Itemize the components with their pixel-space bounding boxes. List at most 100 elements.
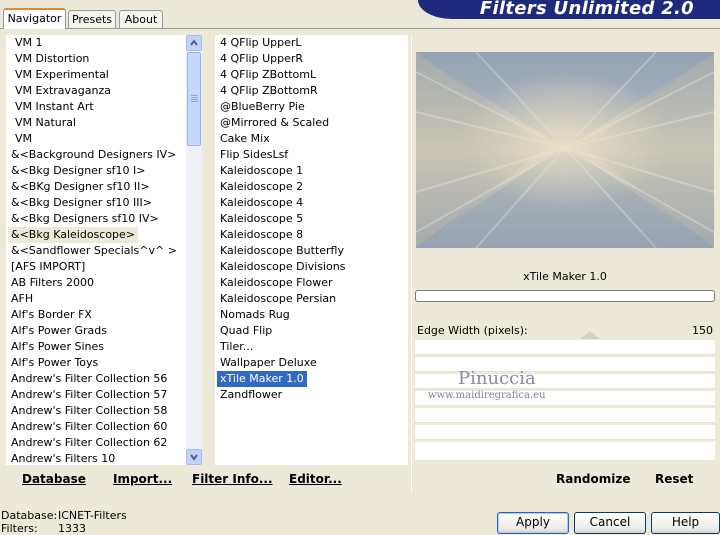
category-item[interactable]: Andrew's Filter Collection 58: [8, 404, 167, 417]
database-button[interactable]: Database: [22, 472, 86, 486]
list-item[interactable]: xTile Maker 1.0: [215, 371, 408, 387]
filter-item[interactable]: Tiler...: [217, 340, 253, 353]
list-item[interactable]: @Mirrored & Scaled: [215, 115, 408, 131]
list-item[interactable]: Kaleidoscope 2: [215, 179, 408, 195]
list-item[interactable]: Kaleidoscope 1: [215, 163, 408, 179]
list-item[interactable]: &<BKg Designer sf10 II>: [6, 179, 186, 195]
filter-item[interactable]: Kaleidoscope Butterfly: [217, 244, 344, 257]
filter-item[interactable]: 4 QFlip ZBottomR: [217, 84, 318, 97]
filter-item[interactable]: Zandflower: [217, 388, 282, 401]
list-item[interactable]: Andrew's Filter Collection 62: [6, 435, 186, 451]
filter-list[interactable]: 4 QFlip UpperL 4 QFlip UpperR 4 QFlip ZBot…: [215, 35, 408, 465]
tab-about[interactable]: About: [119, 10, 163, 28]
import-button[interactable]: Import...: [113, 472, 172, 486]
list-item[interactable]: Alf's Power Toys: [6, 355, 186, 371]
filter-item[interactable]: 4 QFlip UpperL: [217, 36, 302, 49]
list-item[interactable]: Quad Flip: [215, 323, 408, 339]
category-item[interactable]: Alf's Power Sines: [8, 340, 104, 353]
category-item[interactable]: &<Background Designers IV>: [8, 148, 176, 161]
list-item[interactable]: AB Filters 2000: [6, 275, 186, 291]
list-item[interactable]: &<Bkg Kaleidoscope>: [6, 227, 186, 243]
help-button[interactable]: Help: [651, 512, 720, 534]
filter-item[interactable]: Kaleidoscope Flower: [217, 276, 333, 289]
filter-item[interactable]: Kaleidoscope 8: [217, 228, 303, 241]
list-item[interactable]: VM Distortion: [6, 51, 186, 67]
list-item[interactable]: &<Bkg Designer sf10 III>: [6, 195, 186, 211]
filter-item[interactable]: 4 QFlip ZBottomL: [217, 68, 316, 81]
list-item[interactable]: Flip SidesLsf: [215, 147, 408, 163]
list-item[interactable]: 4 QFlip UpperR: [215, 51, 408, 67]
filter-item[interactable]: Wallpaper Deluxe: [217, 356, 317, 369]
list-item[interactable]: Kaleidoscope Butterfly: [215, 243, 408, 259]
list-item[interactable]: &<Background Designers IV>: [6, 147, 186, 163]
list-item[interactable]: Andrew's Filters 10: [6, 451, 186, 465]
category-item[interactable]: VM Instant Art: [12, 100, 94, 113]
filter-item[interactable]: Flip SidesLsf: [217, 148, 288, 161]
list-item[interactable]: Kaleidoscope 5: [215, 211, 408, 227]
list-item[interactable]: Cake Mix: [215, 131, 408, 147]
list-item[interactable]: Andrew's Filter Collection 56: [6, 371, 186, 387]
filter-item[interactable]: @BlueBerry Pie: [217, 100, 305, 113]
category-list[interactable]: VM 1 VM Distortion VM Experimental VM Extra…: [6, 35, 186, 465]
category-item[interactable]: &<Bkg Designer sf10 I>: [8, 164, 146, 177]
list-item[interactable]: Alf's Power Grads: [6, 323, 186, 339]
category-item[interactable]: AB Filters 2000: [8, 276, 94, 289]
category-item[interactable]: &<BKg Designer sf10 II>: [8, 180, 150, 193]
filter-item[interactable]: Kaleidoscope 1: [217, 164, 303, 177]
category-item[interactable]: &<Bkg Kaleidoscope>: [8, 227, 139, 243]
randomize-button[interactable]: Randomize: [556, 472, 630, 486]
category-item[interactable]: Alf's Power Toys: [8, 356, 98, 369]
category-item[interactable]: Andrew's Filters 10: [8, 452, 115, 465]
list-item[interactable]: Nomads Rug: [215, 307, 408, 323]
category-item[interactable]: VM Natural: [12, 116, 76, 129]
list-item[interactable]: VM Experimental: [6, 67, 186, 83]
scroll-up-button[interactable]: [186, 35, 202, 51]
list-item[interactable]: Andrew's Filter Collection 57: [6, 387, 186, 403]
list-item[interactable]: VM Extravaganza: [6, 83, 186, 99]
category-item[interactable]: &<Bkg Designers sf10 IV>: [8, 212, 159, 225]
list-item[interactable]: &<Bkg Designers sf10 IV>: [6, 211, 186, 227]
list-item[interactable]: &<Sandflower Specials^v^ >: [6, 243, 186, 259]
list-item[interactable]: VM Instant Art: [6, 99, 186, 115]
category-item[interactable]: Alf's Power Grads: [8, 324, 107, 337]
filter-item[interactable]: Kaleidoscope 5: [217, 212, 303, 225]
filter-item[interactable]: Nomads Rug: [217, 308, 290, 321]
filter-item[interactable]: Kaleidoscope 4: [217, 196, 303, 209]
apply-button[interactable]: Apply: [497, 512, 569, 534]
category-item[interactable]: VM Extravaganza: [12, 84, 111, 97]
category-item[interactable]: VM 1: [12, 36, 43, 49]
list-item[interactable]: Kaleidoscope 4: [215, 195, 408, 211]
category-item[interactable]: Andrew's Filter Collection 57: [8, 388, 167, 401]
list-item[interactable]: Zandflower: [215, 387, 408, 403]
list-item[interactable]: Kaleidoscope 8: [215, 227, 408, 243]
list-item[interactable]: Kaleidoscope Divisions: [215, 259, 408, 275]
category-item[interactable]: Alf's Border FX: [8, 308, 92, 321]
category-item[interactable]: &<Bkg Designer sf10 III>: [8, 196, 152, 209]
editor-button[interactable]: Editor...: [289, 472, 342, 486]
category-item[interactable]: VM Distortion: [12, 52, 89, 65]
filter-item[interactable]: 4 QFlip UpperR: [217, 52, 303, 65]
list-item[interactable]: [AFS IMPORT]: [6, 259, 186, 275]
slider-thumb-icon[interactable]: [580, 331, 600, 339]
filter-item[interactable]: Kaleidoscope 2: [217, 180, 303, 193]
list-item[interactable]: VM: [6, 131, 186, 147]
category-item[interactable]: Andrew's Filter Collection 56: [8, 372, 167, 385]
list-item[interactable]: 4 QFlip UpperL: [215, 35, 408, 51]
category-item[interactable]: Andrew's Filter Collection 62: [8, 436, 167, 449]
category-item[interactable]: [AFS IMPORT]: [8, 260, 85, 273]
filter-info-button[interactable]: Filter Info...: [192, 472, 273, 486]
list-item[interactable]: VM Natural: [6, 115, 186, 131]
category-item[interactable]: VM: [12, 132, 32, 145]
list-item[interactable]: AFH: [6, 291, 186, 307]
category-item[interactable]: VM Experimental: [12, 68, 109, 81]
list-item[interactable]: Wallpaper Deluxe: [215, 355, 408, 371]
list-item[interactable]: Alf's Border FX: [6, 307, 186, 323]
filter-item[interactable]: Quad Flip: [217, 324, 272, 337]
list-item[interactable]: Kaleidoscope Persian: [215, 291, 408, 307]
category-scrollbar[interactable]: [186, 35, 202, 465]
list-item[interactable]: Tiler...: [215, 339, 408, 355]
list-item[interactable]: &<Bkg Designer sf10 I>: [6, 163, 186, 179]
reset-button[interactable]: Reset: [655, 472, 693, 486]
list-item[interactable]: Alf's Power Sines: [6, 339, 186, 355]
tab-navigator[interactable]: Navigator: [3, 8, 66, 29]
